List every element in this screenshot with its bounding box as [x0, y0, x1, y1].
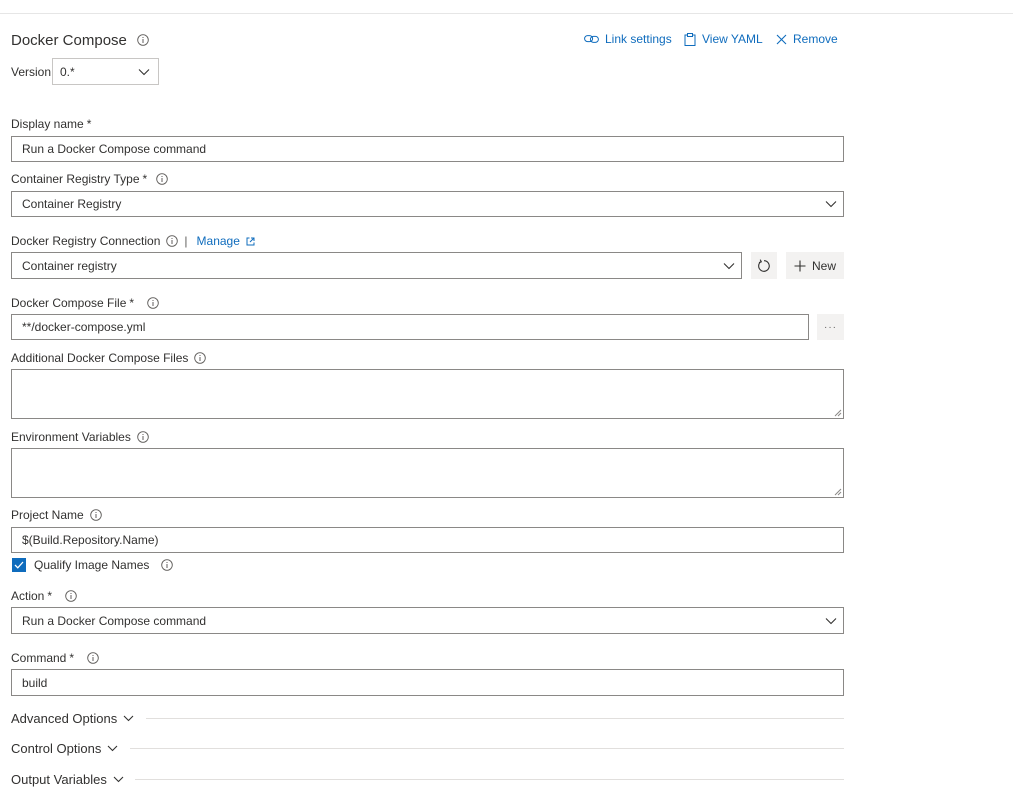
registry-connection-label: Docker Registry Connection | Manage [11, 234, 255, 248]
info-icon[interactable] [65, 590, 77, 602]
external-link-icon [246, 237, 255, 245]
advanced-options-toggle[interactable]: Advanced Options [11, 711, 134, 726]
action-label: Action * [11, 589, 77, 603]
resize-grip-icon[interactable] [833, 408, 842, 417]
version-select[interactable]: 0.* [52, 58, 159, 85]
remove-button[interactable]: Remove [776, 32, 838, 46]
command-label: Command * [11, 651, 99, 665]
info-icon[interactable] [87, 652, 99, 664]
compose-file-label: Docker Compose File * [11, 296, 159, 310]
display-name-label: Display name * [11, 117, 92, 131]
chevron-down-icon [107, 745, 118, 752]
info-icon[interactable] [166, 235, 179, 247]
additional-files-label: Additional Docker Compose Files [11, 351, 207, 365]
task-title: Docker Compose [11, 32, 127, 49]
manage-link[interactable]: Manage [197, 234, 255, 248]
info-icon[interactable] [161, 559, 174, 571]
section-divider [146, 718, 844, 719]
chevron-down-icon [825, 201, 837, 208]
qualify-image-names-checkbox[interactable] [12, 558, 26, 572]
version-label: Version [11, 65, 52, 79]
refresh-button[interactable] [751, 252, 777, 279]
section-divider [130, 748, 844, 749]
command-input[interactable]: build [11, 669, 844, 696]
info-icon[interactable] [137, 34, 149, 46]
top-divider [0, 13, 1013, 14]
link-settings-button[interactable]: Link settings [584, 32, 672, 46]
qualify-image-names-row: Qualify Image Names [12, 558, 174, 572]
project-name-input[interactable]: $(Build.Repository.Name) [11, 527, 844, 553]
registry-connection-select[interactable]: Container registry [11, 252, 742, 279]
project-name-label: Project Name [11, 508, 102, 522]
registry-type-label: Container Registry Type * [11, 172, 168, 186]
task-title-row: Docker Compose [11, 32, 149, 49]
registry-type-select[interactable]: Container Registry [11, 191, 844, 217]
info-icon[interactable] [156, 173, 168, 185]
env-vars-textarea[interactable] [11, 448, 844, 498]
chevron-down-icon [723, 262, 735, 269]
action-select[interactable]: Run a Docker Compose command [11, 607, 844, 634]
refresh-icon [758, 258, 770, 272]
checkmark-icon [14, 561, 24, 569]
link-icon [584, 35, 599, 43]
chevron-down-icon [825, 617, 837, 624]
additional-files-textarea[interactable] [11, 369, 844, 419]
clipboard-icon [684, 32, 696, 46]
chevron-down-icon [138, 68, 150, 75]
close-icon [776, 34, 787, 44]
chevron-down-icon [123, 715, 134, 722]
info-icon[interactable] [137, 431, 149, 443]
compose-file-input[interactable]: **/docker-compose.yml [11, 314, 809, 340]
plus-icon [794, 260, 806, 271]
env-vars-label: Environment Variables [11, 430, 149, 444]
new-connection-button[interactable]: New [786, 252, 844, 279]
info-icon[interactable] [147, 297, 159, 309]
display-name-input[interactable]: Run a Docker Compose command [11, 136, 844, 162]
browse-button[interactable]: ··· [817, 314, 844, 340]
output-variables-toggle[interactable]: Output Variables [11, 772, 124, 787]
control-options-toggle[interactable]: Control Options [11, 741, 118, 756]
resize-grip-icon[interactable] [833, 487, 842, 496]
info-icon[interactable] [89, 509, 102, 521]
info-icon[interactable] [194, 352, 207, 364]
view-yaml-button[interactable]: View YAML [684, 32, 763, 46]
section-divider [135, 779, 844, 780]
chevron-down-icon [113, 776, 124, 783]
